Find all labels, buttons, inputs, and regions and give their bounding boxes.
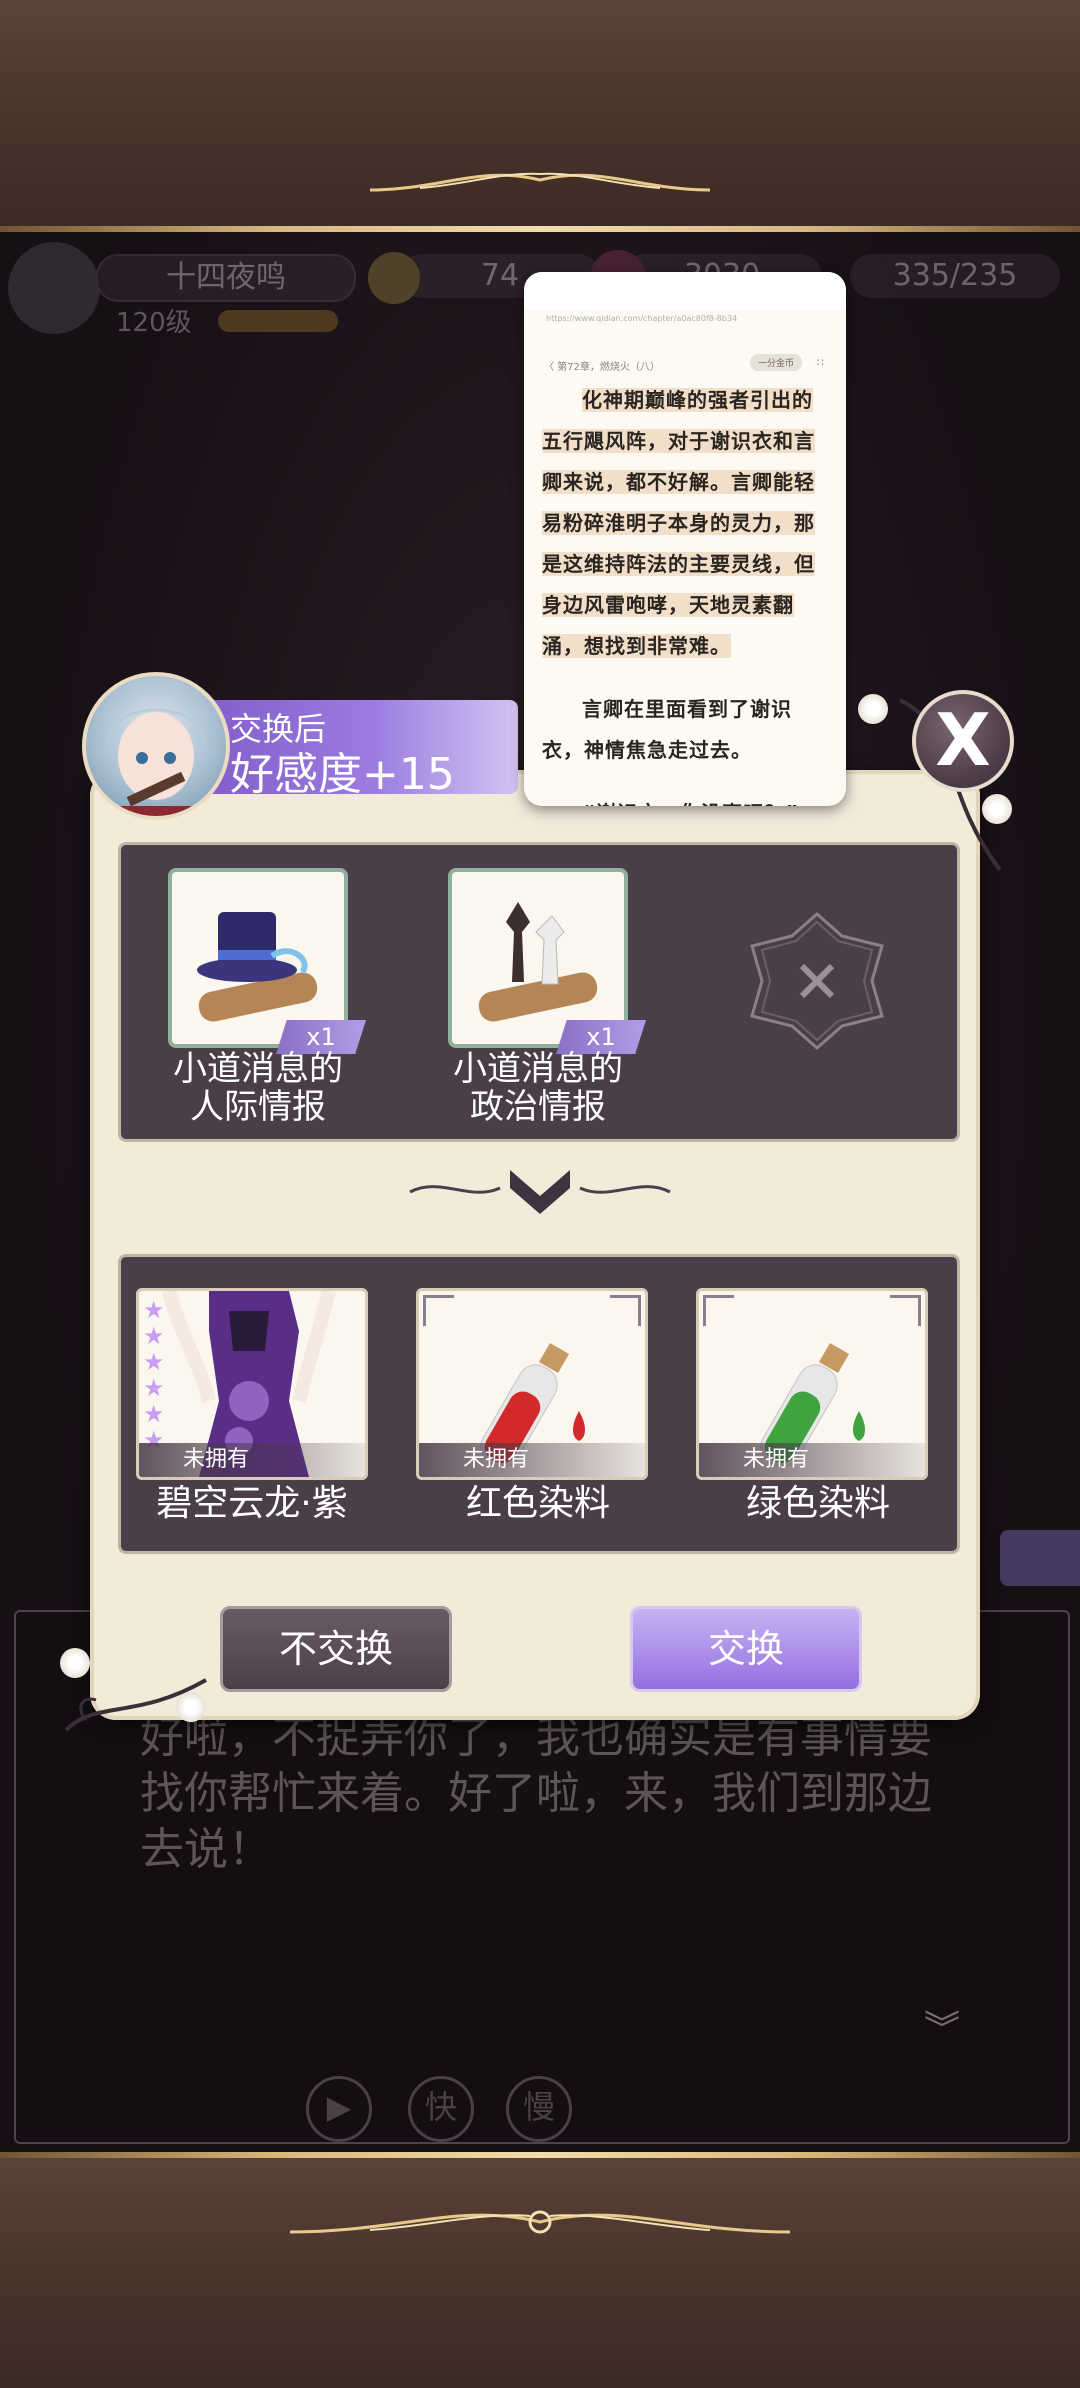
- top-wood-band: [0, 0, 1080, 232]
- not-owned-badge: 未拥有: [419, 1443, 645, 1477]
- reader-coin-button[interactable]: 一分金币: [749, 354, 802, 371]
- bottom-wood-band: [0, 2152, 1080, 2388]
- coin-icon[interactable]: [368, 252, 420, 304]
- floating-reader-window[interactable]: https://www.qidian.com/chapter/a0ac80f8-…: [524, 272, 846, 806]
- reader-content: 化神期巅峰的强者引出的五行飓风阵，对于谢识衣和言卿来说，都不好解。言卿能轻易粉碎…: [542, 380, 832, 806]
- empty-slot-icon[interactable]: [742, 906, 892, 1056]
- reader-paragraph: 化神期巅峰的强者引出的五行飓风阵，对于谢识衣和言卿来说，都不好解。言卿能轻易粉碎…: [542, 388, 815, 658]
- gold-ornament-icon: [289, 2210, 791, 2234]
- reward-label: 红色染料: [465, 1483, 610, 1524]
- rose-ornament-icon: [858, 694, 888, 724]
- rose-ornament-icon: [982, 794, 1012, 824]
- reward-label: 碧空云龙·紫: [156, 1483, 348, 1524]
- play-button[interactable]: ▶: [306, 2076, 372, 2142]
- cancel-exchange-button[interactable]: 不交换: [220, 1606, 452, 1692]
- level-progress-bar: [218, 310, 338, 332]
- give-item-label: 小道消息的 人际情报: [173, 1049, 343, 1127]
- reward-label: 绿色染料: [745, 1483, 890, 1524]
- player-name: 十四夜鸣: [96, 254, 356, 302]
- grid-icon[interactable]: ∷: [817, 356, 824, 369]
- reader-paragraph: 言卿在里面看到了谢识衣，神情焦急走过去。: [542, 697, 792, 762]
- side-menu-tab[interactable]: [1000, 1530, 1080, 1586]
- rose-ornament-icon: [60, 1648, 90, 1678]
- affection-bonus: 好感度+15: [230, 749, 455, 800]
- player-level: 120级: [116, 308, 192, 338]
- give-item-card[interactable]: x1: [168, 868, 366, 1054]
- reader-url: https://www.qidian.com/chapter/a0ac80f8-…: [546, 314, 738, 323]
- reward-card[interactable]: 未拥有: [696, 1288, 928, 1480]
- reward-card[interactable]: ★ ★ ★ ★ ★ ★ 未拥有: [136, 1288, 368, 1480]
- dialogue-text: 好啦，不捉弄你了，我也确实是有事情要找你帮忙来着。好了啦，来，我们到那边去说！: [140, 1712, 932, 1875]
- reader-paragraph: “谢识衣，你没事吧？”: [542, 793, 832, 806]
- star-rating: ★ ★ ★ ★ ★ ★: [143, 1296, 165, 1454]
- reader-chapter-title[interactable]: 〈 第72章，燃烧火（八）: [544, 358, 660, 373]
- chevron-down-icon: [409, 1170, 671, 1214]
- chevron-down-icon[interactable]: ︾: [924, 2000, 960, 2052]
- rose-ornament-icon: [176, 1692, 206, 1722]
- give-item-label: 小道消息的 政治情报: [453, 1049, 623, 1127]
- confirm-exchange-button[interactable]: 交换: [630, 1606, 862, 1692]
- player-avatar[interactable]: [8, 242, 100, 334]
- character-avatar: [82, 672, 230, 820]
- reader-title-bar[interactable]: [524, 272, 846, 310]
- not-owned-badge: 未拥有: [139, 1443, 365, 1477]
- fast-button[interactable]: 快: [408, 2076, 474, 2142]
- stamina-count: 335/235: [850, 254, 1060, 298]
- not-owned-badge: 未拥有: [699, 1443, 925, 1477]
- chess-scroll-icon: [478, 902, 598, 1022]
- reward-card[interactable]: 未拥有: [416, 1288, 648, 1480]
- top-hat-scroll-icon: [197, 912, 318, 1022]
- slow-button[interactable]: 慢: [506, 2076, 572, 2142]
- close-button[interactable]: X: [912, 690, 1014, 792]
- gold-ornament-icon: [369, 172, 711, 192]
- give-item-card[interactable]: x1: [448, 868, 646, 1054]
